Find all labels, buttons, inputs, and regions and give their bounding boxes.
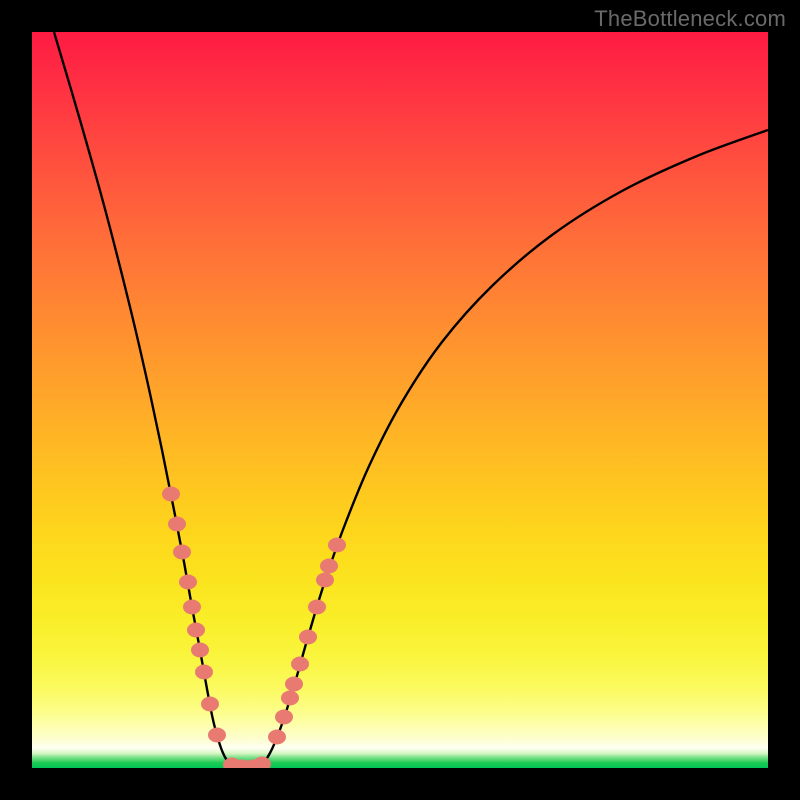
data-point-marker (195, 665, 213, 680)
curve-layer (32, 32, 768, 768)
plot-area (32, 32, 768, 768)
data-point-marker (316, 573, 334, 588)
data-point-marker (191, 643, 209, 658)
data-point-marker (201, 697, 219, 712)
data-point-marker (285, 677, 303, 692)
data-point-marker (183, 600, 201, 615)
chart-frame: TheBottleneck.com (0, 0, 800, 800)
data-point-marker (320, 559, 338, 574)
data-point-marker (208, 728, 226, 743)
data-point-marker (291, 657, 309, 672)
data-point-marker (328, 538, 346, 553)
bottleneck-curve (54, 32, 768, 768)
watermark-text: TheBottleneck.com (594, 6, 786, 32)
data-point-marker (173, 545, 191, 560)
data-point-marker (168, 517, 186, 532)
data-point-marker (275, 710, 293, 725)
data-point-marker (187, 623, 205, 638)
data-point-marker (268, 730, 286, 745)
data-point-marker (179, 575, 197, 590)
data-point-marker (308, 600, 326, 615)
data-point-marker (281, 691, 299, 706)
data-point-marker (253, 757, 271, 769)
data-point-marker (162, 487, 180, 502)
data-point-marker (299, 630, 317, 645)
